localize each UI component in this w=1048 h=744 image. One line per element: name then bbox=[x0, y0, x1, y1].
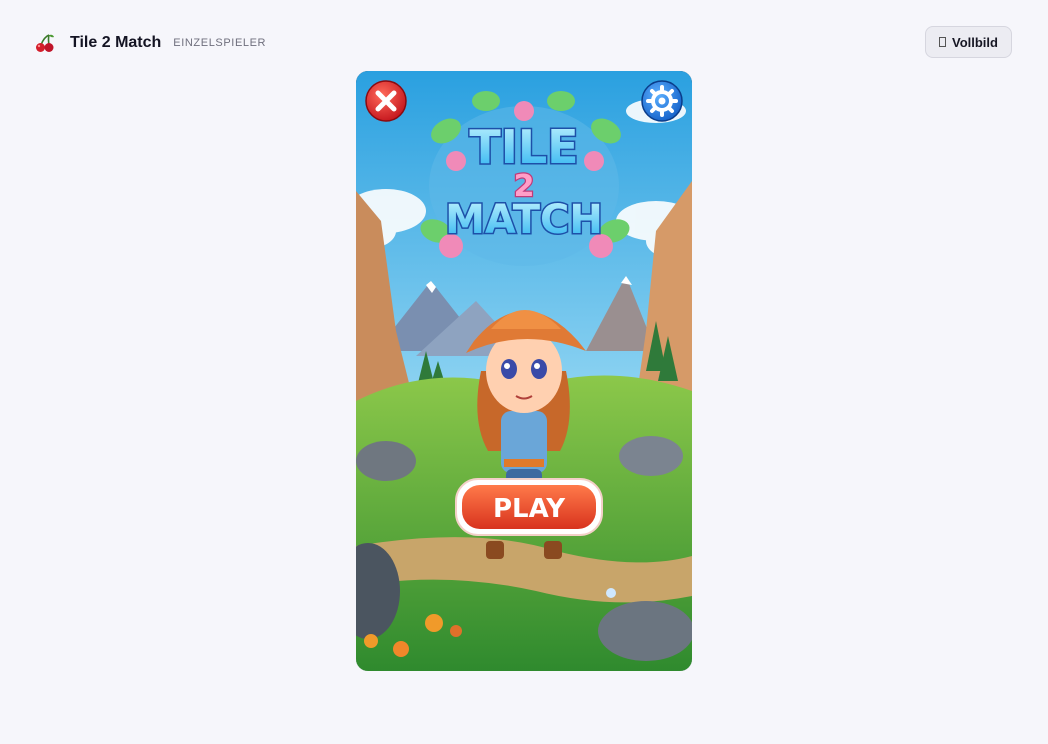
fullscreen-button[interactable]: Vollbild bbox=[925, 26, 1012, 58]
fullscreen-icon bbox=[939, 37, 946, 47]
game-canvas[interactable]: TILE 2 MATCH PLAY bbox=[356, 71, 692, 671]
fullscreen-label: Vollbild bbox=[952, 34, 998, 50]
logo-line2: MATCH bbox=[445, 197, 603, 243]
gear-icon bbox=[646, 85, 678, 117]
close-button[interactable] bbox=[365, 80, 407, 122]
settings-button[interactable] bbox=[641, 80, 683, 122]
cherry-icon bbox=[34, 32, 56, 54]
logo-line1: TILE bbox=[469, 120, 578, 174]
app-header: Tile 2 Match EINZELSPIELER bbox=[34, 30, 266, 56]
mode-label: EINZELSPIELER bbox=[173, 37, 267, 49]
app-title: Tile 2 Match bbox=[70, 34, 162, 51]
play-button[interactable]: PLAY bbox=[455, 478, 603, 536]
play-label: PLAY bbox=[493, 494, 566, 524]
